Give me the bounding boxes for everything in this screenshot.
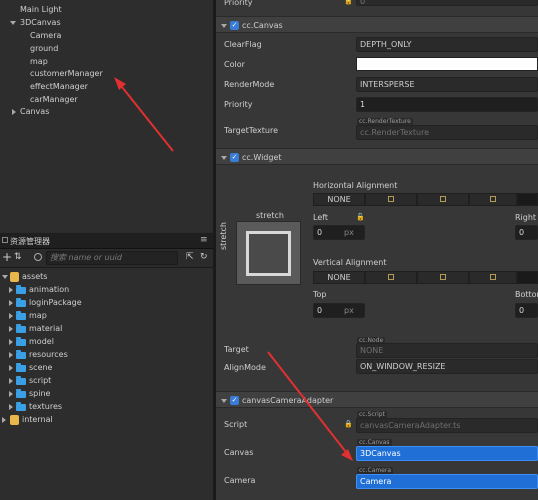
annotation-arrow-1	[114, 77, 174, 152]
annotation-arrows	[114, 77, 353, 461]
annotation-arrow-2	[267, 351, 353, 461]
